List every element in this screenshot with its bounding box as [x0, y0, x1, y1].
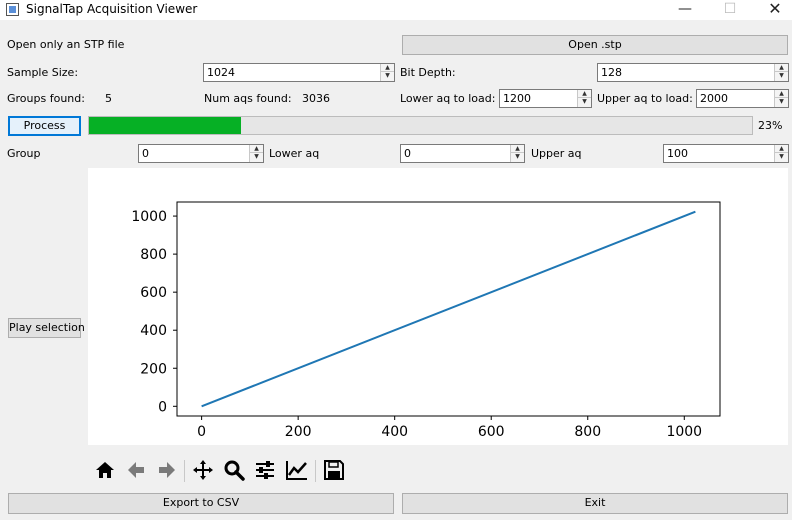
sample-size-spinbox[interactable]: 1024 ▲ ▼: [203, 63, 395, 82]
groups-found-label: Groups found:: [7, 92, 85, 105]
spin-down-icon[interactable]: ▼: [511, 153, 524, 161]
group-value: 0: [142, 147, 149, 160]
zoom-icon[interactable]: [222, 458, 246, 482]
spin-up-icon[interactable]: ▲: [775, 64, 788, 72]
progress-bar: [88, 116, 753, 135]
upper-aq-label: Upper aq: [531, 147, 582, 160]
x-tick-label: 600: [478, 424, 505, 440]
sample-size-label: Sample Size:: [7, 66, 79, 79]
spin-up-icon[interactable]: ▲: [775, 145, 788, 153]
app-icon: [6, 3, 19, 16]
lower-aq-to-load-value: 1200: [503, 92, 531, 105]
save-icon[interactable]: [322, 458, 346, 482]
line-chart: 0 200 400 600 800 1000 0 200 400 600 800 1000: [131, 201, 721, 440]
num-aqs-label: Num aqs found:: [204, 92, 292, 105]
back-arrow-icon[interactable]: [124, 458, 148, 482]
bit-depth-value: 128: [601, 66, 622, 79]
spin-up-icon[interactable]: ▲: [578, 90, 591, 98]
group-label: Group: [7, 147, 41, 160]
spin-down-icon[interactable]: ▼: [775, 98, 788, 106]
spin-up-icon[interactable]: ▲: [511, 145, 524, 153]
y-tick-label: 600: [140, 285, 167, 301]
export-csv-button[interactable]: Export to CSV: [8, 493, 394, 514]
y-tick-label: 200: [140, 361, 167, 377]
toolbar-separator: [315, 460, 316, 482]
x-tick-label: 0: [197, 424, 206, 440]
forward-arrow-icon[interactable]: [155, 458, 179, 482]
progress-fill: [89, 117, 242, 134]
pan-icon[interactable]: [191, 458, 215, 482]
exit-button[interactable]: Exit: [402, 493, 788, 514]
sample-size-value: 1024: [207, 66, 235, 79]
x-tick-label: 800: [574, 424, 601, 440]
edit-axis-icon[interactable]: [285, 458, 309, 482]
y-tick-label: 400: [140, 323, 167, 339]
upper-aq-spinbox[interactable]: 100 ▲ ▼: [663, 144, 789, 163]
x-tick-label: 200: [285, 424, 312, 440]
lower-aq-to-load-spinbox[interactable]: 1200 ▲ ▼: [499, 89, 592, 108]
close-icon[interactable]: ✕: [752, 0, 792, 20]
x-tick-label: 1000: [666, 424, 702, 440]
plot-canvas[interactable]: 0 200 400 600 800 1000 0 200 400 600 800 1000: [88, 168, 788, 445]
open-only-stp-label: Open only an STP file: [7, 38, 125, 51]
toolbar-separator: [184, 460, 185, 482]
spin-down-icon[interactable]: ▼: [381, 72, 394, 80]
lower-aq-value: 0: [404, 147, 411, 160]
series-line-0: [201, 210, 696, 408]
lower-aq-spinbox[interactable]: 0 ▲ ▼: [400, 144, 525, 163]
home-icon[interactable]: [93, 458, 117, 482]
spin-up-icon[interactable]: ▲: [381, 64, 394, 72]
spin-up-icon[interactable]: ▲: [775, 90, 788, 98]
y-tick-label: 0: [158, 399, 167, 415]
y-tick-label: 800: [140, 247, 167, 263]
bit-depth-spinbox[interactable]: 128 ▲ ▼: [597, 63, 789, 82]
open-stp-button[interactable]: Open .stp: [402, 35, 788, 55]
minimize-icon[interactable]: —: [662, 0, 708, 20]
spin-down-icon[interactable]: ▼: [775, 153, 788, 161]
spin-down-icon[interactable]: ▼: [578, 98, 591, 106]
upper-aq-to-load-value: 2000: [700, 92, 728, 105]
lower-aq-to-load-label: Lower aq to load:: [400, 92, 496, 105]
spin-up-icon[interactable]: ▲: [250, 145, 263, 153]
progress-percent: 23%: [758, 119, 783, 132]
lower-aq-label: Lower aq: [269, 147, 320, 160]
configure-subplots-icon[interactable]: [253, 458, 277, 482]
x-tick-label: 400: [381, 424, 408, 440]
window-title: SignalTap Acquisition Viewer: [26, 2, 198, 16]
upper-aq-value: 100: [667, 147, 688, 160]
bit-depth-label: Bit Depth:: [400, 66, 456, 79]
upper-aq-to-load-spinbox[interactable]: 2000 ▲ ▼: [696, 89, 789, 108]
num-aqs-value: 3036: [302, 92, 330, 105]
process-button[interactable]: Process: [8, 116, 81, 136]
y-tick-label: 1000: [131, 209, 167, 225]
maximize-icon[interactable]: ☐: [707, 0, 753, 20]
upper-aq-to-load-label: Upper aq to load:: [597, 92, 693, 105]
spin-down-icon[interactable]: ▼: [775, 72, 788, 80]
title-bar: SignalTap Acquisition Viewer — ☐ ✕: [0, 0, 792, 20]
groups-found-value: 5: [105, 92, 112, 105]
play-selection-button[interactable]: Play selection: [8, 318, 85, 338]
spin-down-icon[interactable]: ▼: [250, 153, 263, 161]
group-spinbox[interactable]: 0 ▲ ▼: [138, 144, 264, 163]
